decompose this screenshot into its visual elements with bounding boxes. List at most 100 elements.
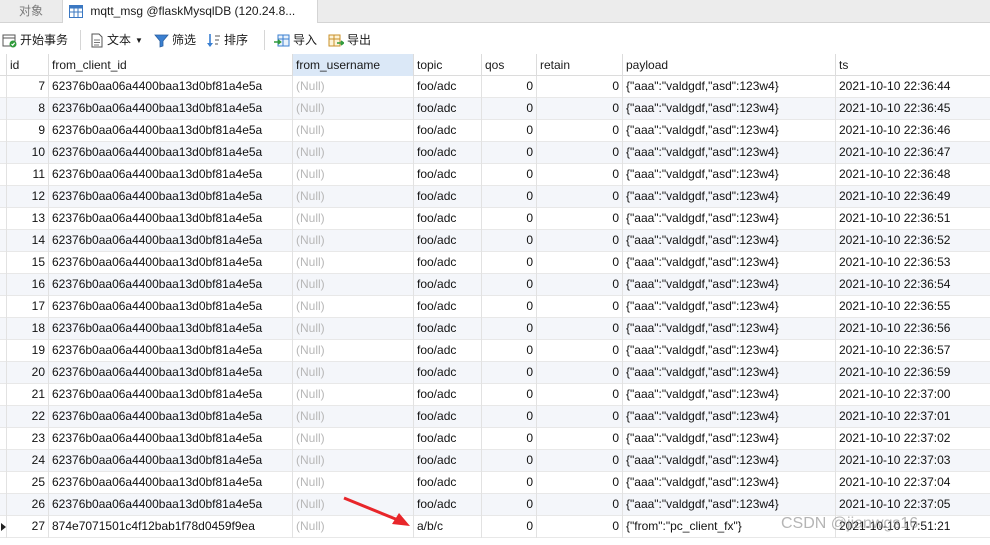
cell-retain[interactable]: 0: [537, 252, 623, 274]
begin-transaction-button[interactable]: 开始事务: [2, 29, 68, 51]
cell-from-username[interactable]: (Null): [293, 164, 414, 186]
table-row[interactable]: 15 62376b0aa06a4400baa13d0bf81a4e5a (Null)…: [0, 252, 990, 274]
cell-id[interactable]: 25: [7, 472, 49, 494]
cell-from-username[interactable]: (Null): [293, 296, 414, 318]
sort-button[interactable]: 排序: [206, 29, 248, 51]
import-button[interactable]: 导入: [274, 29, 317, 51]
table-row[interactable]: 20 62376b0aa06a4400baa13d0bf81a4e5a (Null)…: [0, 362, 990, 384]
cell-payload[interactable]: {"aaa":"valdgdf,"asd":123w4}: [623, 274, 836, 296]
cell-ts[interactable]: 2021-10-10 22:37:04: [836, 472, 990, 494]
cell-from-client-id[interactable]: 62376b0aa06a4400baa13d0bf81a4e5a: [49, 98, 293, 120]
cell-from-client-id[interactable]: 62376b0aa06a4400baa13d0bf81a4e5a: [49, 318, 293, 340]
cell-from-client-id[interactable]: 874e7071501c4f12bab1f78d0459f9ea: [49, 516, 293, 538]
tab-mqtt-msg[interactable]: mqtt_msg @flaskMysqlDB (120.24.8...: [62, 0, 318, 24]
cell-ts[interactable]: 2021-10-10 22:37:01: [836, 406, 990, 428]
cell-topic[interactable]: foo/adc: [414, 120, 482, 142]
text-button[interactable]: 文本 ▼: [90, 29, 143, 51]
cell-id[interactable]: 23: [7, 428, 49, 450]
cell-from-client-id[interactable]: 62376b0aa06a4400baa13d0bf81a4e5a: [49, 362, 293, 384]
cell-retain[interactable]: 0: [537, 76, 623, 98]
cell-from-client-id[interactable]: 62376b0aa06a4400baa13d0bf81a4e5a: [49, 230, 293, 252]
cell-qos[interactable]: 0: [482, 340, 537, 362]
row-indicator[interactable]: [0, 208, 7, 230]
cell-topic[interactable]: a/b/c: [414, 516, 482, 538]
cell-topic[interactable]: foo/adc: [414, 472, 482, 494]
cell-ts[interactable]: 2021-10-10 22:36:56: [836, 318, 990, 340]
cell-from-client-id[interactable]: 62376b0aa06a4400baa13d0bf81a4e5a: [49, 76, 293, 98]
cell-id[interactable]: 24: [7, 450, 49, 472]
cell-from-username[interactable]: (Null): [293, 406, 414, 428]
cell-ts[interactable]: 2021-10-10 22:37:05: [836, 494, 990, 516]
row-indicator[interactable]: [0, 340, 7, 362]
cell-payload[interactable]: {"aaa":"valdgdf,"asd":123w4}: [623, 318, 836, 340]
cell-id[interactable]: 9: [7, 120, 49, 142]
row-indicator[interactable]: [0, 274, 7, 296]
cell-topic[interactable]: foo/adc: [414, 494, 482, 516]
cell-ts[interactable]: 2021-10-10 22:36:57: [836, 340, 990, 362]
table-row[interactable]: 9 62376b0aa06a4400baa13d0bf81a4e5a (Null) f…: [0, 120, 990, 142]
cell-payload[interactable]: {"aaa":"valdgdf,"asd":123w4}: [623, 406, 836, 428]
cell-qos[interactable]: 0: [482, 450, 537, 472]
row-indicator[interactable]: [0, 164, 7, 186]
cell-ts[interactable]: 2021-10-10 22:36:54: [836, 274, 990, 296]
cell-from-client-id[interactable]: 62376b0aa06a4400baa13d0bf81a4e5a: [49, 384, 293, 406]
cell-retain[interactable]: 0: [537, 142, 623, 164]
cell-retain[interactable]: 0: [537, 450, 623, 472]
cell-from-client-id[interactable]: 62376b0aa06a4400baa13d0bf81a4e5a: [49, 252, 293, 274]
cell-retain[interactable]: 0: [537, 494, 623, 516]
row-indicator[interactable]: [0, 296, 7, 318]
row-indicator[interactable]: [0, 186, 7, 208]
cell-retain[interactable]: 0: [537, 406, 623, 428]
table-row[interactable]: 22 62376b0aa06a4400baa13d0bf81a4e5a (Null)…: [0, 406, 990, 428]
cell-from-username[interactable]: (Null): [293, 98, 414, 120]
cell-payload[interactable]: {"aaa":"valdgdf,"asd":123w4}: [623, 494, 836, 516]
cell-payload[interactable]: {"aaa":"valdgdf,"asd":123w4}: [623, 340, 836, 362]
cell-from-username[interactable]: (Null): [293, 142, 414, 164]
row-indicator[interactable]: [0, 450, 7, 472]
cell-ts[interactable]: 2021-10-10 22:36:44: [836, 76, 990, 98]
cell-ts[interactable]: 2021-10-10 22:36:49: [836, 186, 990, 208]
cell-ts[interactable]: 2021-10-10 22:36:48: [836, 164, 990, 186]
cell-from-client-id[interactable]: 62376b0aa06a4400baa13d0bf81a4e5a: [49, 120, 293, 142]
cell-qos[interactable]: 0: [482, 428, 537, 450]
filter-button[interactable]: 筛选: [154, 29, 196, 51]
cell-topic[interactable]: foo/adc: [414, 362, 482, 384]
table-row[interactable]: 21 62376b0aa06a4400baa13d0bf81a4e5a (Null)…: [0, 384, 990, 406]
cell-from-username[interactable]: (Null): [293, 340, 414, 362]
cell-from-username[interactable]: (Null): [293, 450, 414, 472]
row-indicator[interactable]: [0, 252, 7, 274]
column-header-retain[interactable]: retain: [537, 54, 623, 76]
row-indicator[interactable]: [0, 76, 7, 98]
cell-topic[interactable]: foo/adc: [414, 76, 482, 98]
cell-payload[interactable]: {"aaa":"valdgdf,"asd":123w4}: [623, 296, 836, 318]
cell-payload[interactable]: {"aaa":"valdgdf,"asd":123w4}: [623, 142, 836, 164]
table-row[interactable]: 8 62376b0aa06a4400baa13d0bf81a4e5a (Null) f…: [0, 98, 990, 120]
cell-topic[interactable]: foo/adc: [414, 450, 482, 472]
cell-payload[interactable]: {"aaa":"valdgdf,"asd":123w4}: [623, 472, 836, 494]
column-header-topic[interactable]: topic: [414, 54, 482, 76]
cell-from-client-id[interactable]: 62376b0aa06a4400baa13d0bf81a4e5a: [49, 472, 293, 494]
cell-payload[interactable]: {"aaa":"valdgdf,"asd":123w4}: [623, 450, 836, 472]
cell-from-client-id[interactable]: 62376b0aa06a4400baa13d0bf81a4e5a: [49, 164, 293, 186]
cell-from-client-id[interactable]: 62376b0aa06a4400baa13d0bf81a4e5a: [49, 274, 293, 296]
cell-ts[interactable]: 2021-10-10 22:36:51: [836, 208, 990, 230]
table-row[interactable]: 7 62376b0aa06a4400baa13d0bf81a4e5a (Null) f…: [0, 76, 990, 98]
cell-ts[interactable]: 2021-10-10 22:36:47: [836, 142, 990, 164]
cell-topic[interactable]: foo/adc: [414, 406, 482, 428]
cell-id[interactable]: 11: [7, 164, 49, 186]
row-indicator[interactable]: [0, 362, 7, 384]
table-row[interactable]: 26 62376b0aa06a4400baa13d0bf81a4e5a (Null)…: [0, 494, 990, 516]
cell-retain[interactable]: 0: [537, 472, 623, 494]
cell-id[interactable]: 18: [7, 318, 49, 340]
cell-from-username[interactable]: (Null): [293, 362, 414, 384]
cell-id[interactable]: 7: [7, 76, 49, 98]
cell-from-username[interactable]: (Null): [293, 252, 414, 274]
cell-retain[interactable]: 0: [537, 428, 623, 450]
table-row[interactable]: 25 62376b0aa06a4400baa13d0bf81a4e5a (Null)…: [0, 472, 990, 494]
cell-id[interactable]: 14: [7, 230, 49, 252]
cell-topic[interactable]: foo/adc: [414, 208, 482, 230]
cell-payload[interactable]: {"aaa":"valdgdf,"asd":123w4}: [623, 208, 836, 230]
cell-retain[interactable]: 0: [537, 384, 623, 406]
row-indicator[interactable]: [0, 142, 7, 164]
row-indicator[interactable]: [0, 384, 7, 406]
